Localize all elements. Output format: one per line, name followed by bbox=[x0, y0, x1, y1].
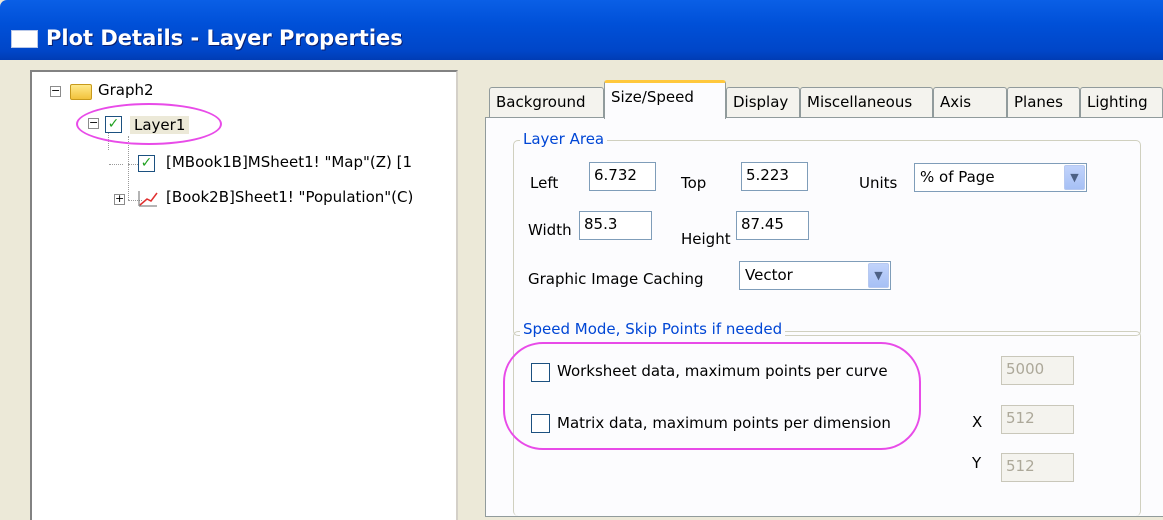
tab-size-speed[interactable]: Size/Speed bbox=[604, 80, 726, 119]
caching-select[interactable]: Vector ▼ bbox=[739, 261, 891, 290]
tab-background[interactable]: Background bbox=[489, 87, 604, 117]
tab-lighting[interactable]: Lighting bbox=[1080, 87, 1163, 117]
tree-connector bbox=[128, 164, 129, 200]
chevron-down-icon[interactable]: ▼ bbox=[1064, 165, 1085, 190]
layer-check-icon[interactable]: ✓ bbox=[105, 116, 122, 133]
collapse-layer-icon[interactable]: − bbox=[88, 117, 99, 129]
layer-area-title: Layer Area bbox=[520, 130, 608, 148]
worksheet-label[interactable]: Worksheet data, maximum points per curve bbox=[557, 362, 888, 380]
tab-miscellaneous[interactable]: Miscellaneous bbox=[800, 87, 933, 117]
tree-connector bbox=[109, 164, 123, 165]
tree-connector bbox=[128, 136, 129, 164]
left-label: Left bbox=[530, 174, 559, 192]
matrix-y-input[interactable]: 512 bbox=[1001, 453, 1074, 482]
tab-display[interactable]: Display bbox=[726, 87, 800, 117]
tab-panel-size-speed: Layer Area Left 6.732 Top 5.223 Units % … bbox=[485, 117, 1163, 517]
layer-tree[interactable]: − Graph2 − ✓ Layer1 ✓ [MBook1B]MSheet1! … bbox=[30, 70, 458, 520]
tree-connector bbox=[128, 164, 138, 165]
top-input[interactable]: 5.223 bbox=[741, 162, 808, 191]
units-select[interactable]: % of Page ▼ bbox=[914, 163, 1087, 192]
left-input[interactable]: 6.732 bbox=[589, 162, 656, 191]
tab-planes[interactable]: Planes bbox=[1007, 87, 1080, 117]
height-label: Height bbox=[681, 230, 731, 248]
title-bar: Plot Details - Layer Properties bbox=[0, 0, 1163, 60]
matrix-x-input[interactable]: 512 bbox=[1001, 405, 1074, 434]
caching-label: Graphic Image Caching bbox=[528, 270, 704, 288]
collapse-graph-icon[interactable]: − bbox=[50, 85, 61, 97]
caching-value: Vector bbox=[745, 266, 793, 284]
expand-plot-icon[interactable]: + bbox=[114, 193, 125, 205]
matrix-checkbox[interactable] bbox=[531, 414, 550, 433]
x-label: X bbox=[972, 413, 983, 431]
tab-axis[interactable]: Axis bbox=[933, 87, 1007, 117]
window-title: Plot Details - Layer Properties bbox=[46, 26, 403, 50]
worksheet-max-input[interactable]: 5000 bbox=[1001, 356, 1074, 385]
top-label: Top bbox=[681, 174, 707, 192]
folder-icon bbox=[70, 84, 92, 100]
plot-check-icon[interactable]: ✓ bbox=[138, 155, 155, 172]
chevron-down-icon[interactable]: ▼ bbox=[868, 263, 889, 288]
units-value: % of Page bbox=[920, 168, 995, 186]
line-plot-icon bbox=[138, 191, 158, 207]
y-label: Y bbox=[972, 454, 982, 472]
window-icon bbox=[11, 30, 38, 48]
width-input[interactable]: 85.3 bbox=[579, 211, 652, 240]
units-label: Units bbox=[859, 174, 898, 192]
tree-item-layer[interactable]: Layer1 bbox=[130, 116, 190, 134]
tree-item-plot-population[interactable]: [Book2B]Sheet1! "Population"(C) bbox=[166, 188, 413, 206]
tree-item-plot-map[interactable]: [MBook1B]MSheet1! "Map"(Z) [1 bbox=[166, 153, 412, 171]
speed-mode-title: Speed Mode, Skip Points if needed bbox=[520, 320, 786, 338]
matrix-label[interactable]: Matrix data, maximum points per dimensio… bbox=[557, 414, 891, 432]
height-input[interactable]: 87.45 bbox=[736, 211, 809, 240]
worksheet-checkbox[interactable] bbox=[531, 363, 550, 382]
width-label: Width bbox=[528, 221, 572, 239]
tree-item-graph[interactable]: Graph2 bbox=[98, 81, 154, 99]
